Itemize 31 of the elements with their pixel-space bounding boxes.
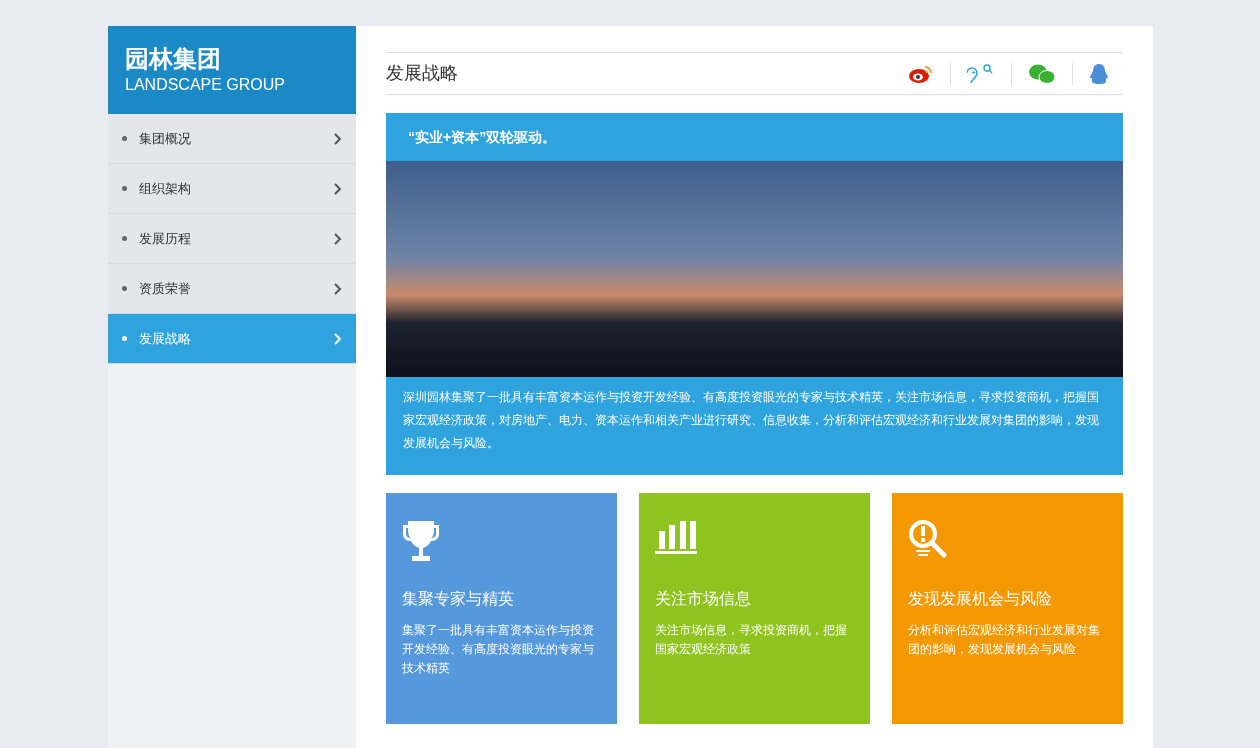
bullet-icon [122,186,127,191]
banner-paragraph: 深圳园林集聚了一批具有丰富资本运作与投资开发经验、有高度投资眼光的专家与技术精英，关注市场信息，寻求投资商机，把握国家宏观经济政策，对房地产、电力、资本运作和相关产业进行研究、信息收集，分析和评估宏观经济和行业发展对集团的影响，发现发展机会与风险。 [402,389,1100,452]
card-description: 关注市场信息，寻求投资商机，把握国家宏观经济政策 [655,622,848,658]
chevron-right-icon [334,332,342,345]
card-title: 关注市场信息 [655,589,752,609]
nav-item[interactable]: 组织架构 [108,164,356,214]
weibo-icon[interactable] [908,63,934,84]
nav-item[interactable]: 资质荣誉 [108,264,356,314]
chevron-right-icon [334,282,342,295]
banner-headline: “实业+资本”双轮驱动。 [407,127,558,147]
magnifier-alert-icon [908,519,948,559]
penguin-icon[interactable] [1089,62,1109,85]
nav-item[interactable]: 集团概况 [108,114,356,164]
chevron-right-icon [334,132,342,145]
brand-title: 园林集团 [125,44,222,74]
card-description: 集聚了一批具有丰富资本运作与投资开发经验、有高度投资眼光的专家与技术精英 [402,622,595,677]
card-title: 集聚专家与精英 [402,589,515,609]
bullet-icon [122,286,127,291]
chevron-right-icon [334,232,342,245]
card-title: 发现发展机会与风险 [908,589,1053,609]
wechat-icon[interactable] [1028,62,1056,85]
chevron-right-icon [334,182,342,195]
ear-icon[interactable] [967,62,995,85]
bullet-icon [122,336,127,341]
brand-subtitle: LANDSCAPE GROUP [125,75,287,95]
bar-chart-icon [655,519,697,555]
card-description: 分析和评估宏观经济和行业发展对集团的影响，发现发展机会与风险 [908,622,1101,658]
bullet-icon [122,136,127,141]
bullet-icon [122,236,127,241]
page-title: 发展战略 [386,62,459,85]
nav-item[interactable]: 发展历程 [108,214,356,264]
